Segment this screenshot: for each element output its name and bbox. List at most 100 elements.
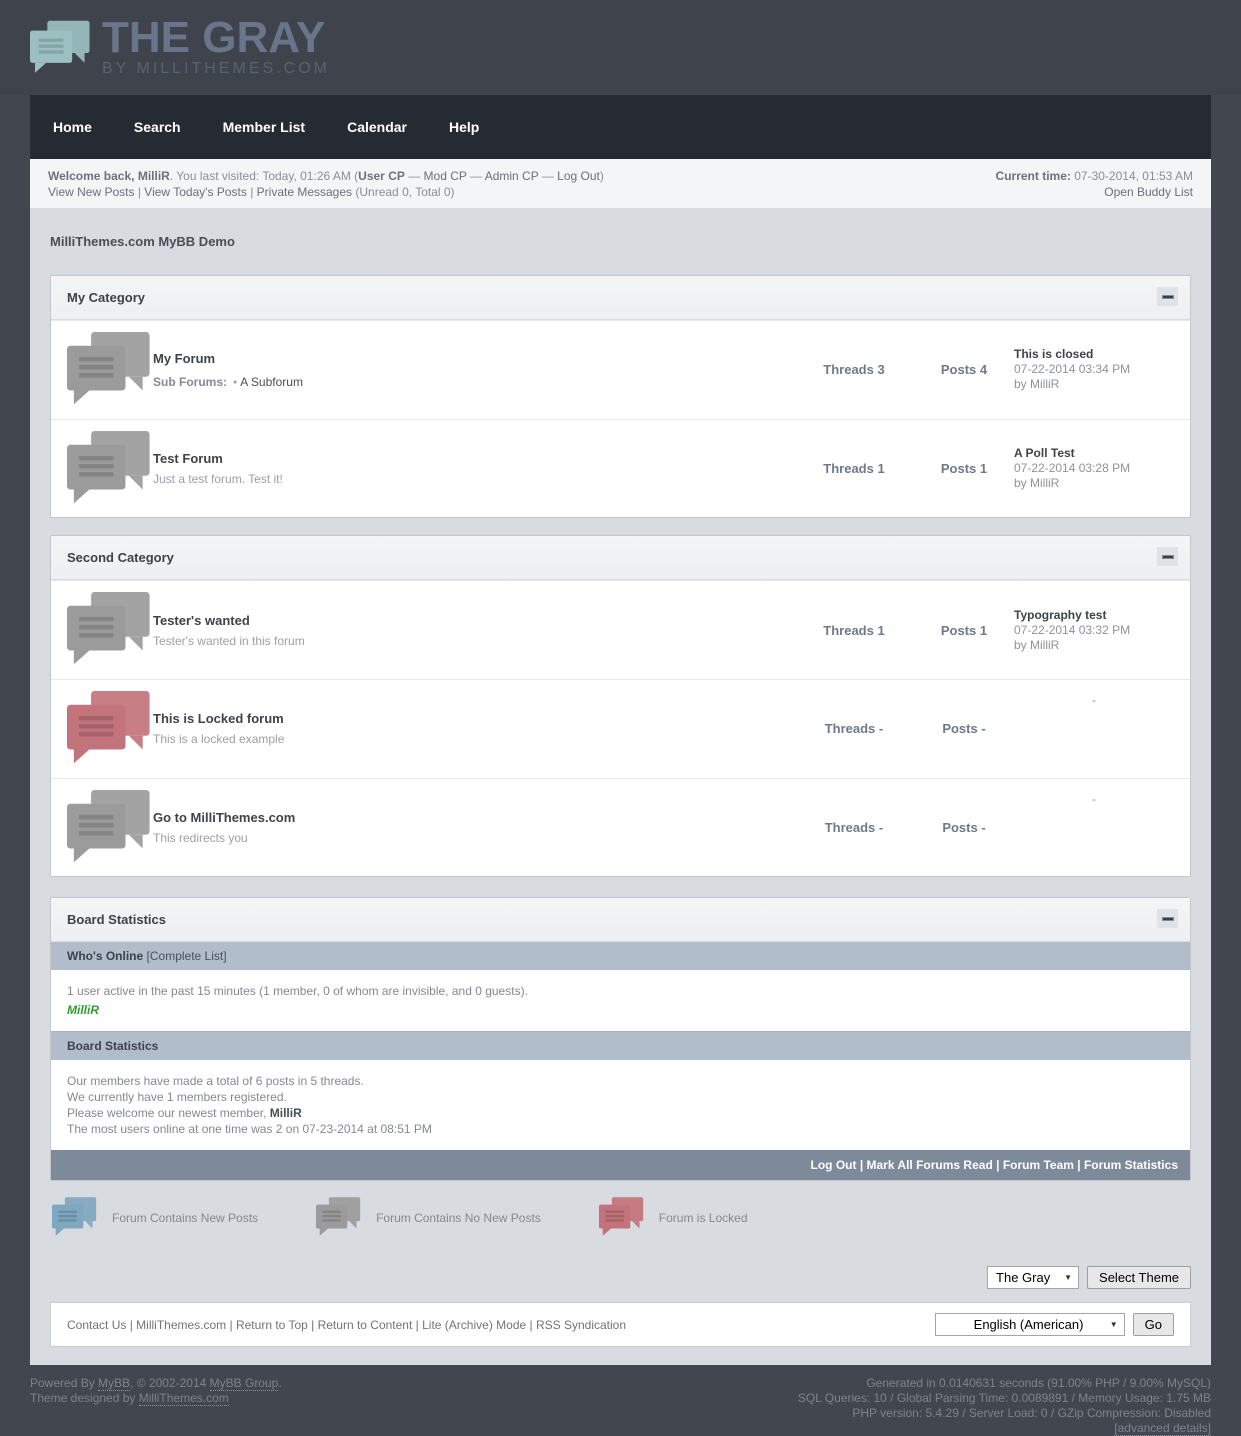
forum-description: This is a locked example [153,732,285,747]
forum-statistics-link[interactable]: Forum Statistics [1084,1158,1178,1172]
admin-cp-link[interactable]: Admin CP [485,169,539,183]
posts-count: Posts - [914,820,1014,835]
footer-links: Contact Us | MilliThemes.com | Return to… [67,1318,626,1332]
complete-list-link[interactable]: [Complete List] [147,949,227,963]
minus-icon [1161,294,1174,299]
posts-count: Posts 1 [914,623,1014,638]
mod-cp-link[interactable]: Mod CP [424,169,467,183]
posts-count: Posts 1 [914,461,1014,476]
threads-value: - [878,820,884,836]
forum-name-link[interactable]: This is Locked forum [153,711,794,726]
subforums-line: Sub Forums: ● A Subforum [153,375,794,389]
millithemes-footer-link[interactable]: MilliThemes.com [138,1391,229,1407]
last-post-title-link[interactable]: This is closed [1014,347,1174,362]
new-posts-legend-icon [52,1197,98,1238]
pipe-separator: | [1073,1158,1084,1173]
welcome-line2: View New Posts | View Today's Posts | Pr… [48,184,604,200]
forum-description: Tester's wanted in this forum [153,633,305,648]
main-nav: Home Search Member List Calendar Help [30,95,1211,159]
return-to-content-link[interactable]: Return to Content [318,1318,413,1332]
rss-syndication-link[interactable]: RSS Syndication [536,1318,626,1332]
subforums-label: Sub Forums: [153,374,227,389]
board-stats-bar: Board Statistics [51,1031,1190,1061]
mybb-link[interactable]: MyBB [98,1376,131,1392]
whos-online-label: Who's Online [67,949,144,964]
user-cp-link[interactable]: User CP [358,169,405,183]
threads-label: Threads [824,721,876,737]
contact-us-link[interactable]: Contact Us [67,1318,126,1332]
view-new-posts-link[interactable]: View New Posts [48,185,134,199]
welcome-visited-text: . You last visited: Today, 01:26 AM ( [169,169,359,183]
sql-line: SQL Queries: 10 / Global Parsing Time: 0… [797,1391,1211,1406]
last-post-author: by MilliR [1014,377,1060,392]
theme-credit-prefix: Theme designed by [30,1391,139,1406]
nav-item-help[interactable]: Help [428,119,500,135]
forum-name-link[interactable]: Test Forum [153,451,794,466]
minus-icon [1161,554,1174,559]
legend-item-locked: Forum is Locked [598,1197,748,1238]
pipe-separator: | [307,1317,318,1332]
minus-icon [1161,916,1174,921]
log-out-link[interactable]: Log Out [557,169,600,183]
collapse-button[interactable] [1157,909,1178,929]
posts-count: Posts - [914,721,1014,736]
nav-item-member-list[interactable]: Member List [202,119,326,135]
forum-row-my-forum: My Forum Sub Forums: ● A Subforum Threads … [51,320,1190,419]
category-panel-second-category: Second Category Tester's wanted Tester's… [50,535,1191,878]
last-post-title-link[interactable]: Typography test [1014,608,1174,623]
theme-credit-line: Theme designed by MilliThemes.com [30,1391,282,1407]
category-header: Second Category [51,536,1190,581]
go-button[interactable]: Go [1132,1313,1174,1337]
threads-value: - [878,721,884,737]
forum-no-new-posts-icon [67,430,153,507]
forum-name-link[interactable]: Tester's wanted [153,613,794,628]
welcome-close-paren: ) [599,169,604,183]
posts-label: Posts [942,820,978,836]
forum-name-link[interactable]: Go to MilliThemes.com [153,810,794,825]
threads-value: 3 [877,362,885,378]
chevron-down-icon: ▼ [1064,1273,1073,1283]
nav-item-calendar[interactable]: Calendar [326,119,428,135]
nav-item-home[interactable]: Home [32,119,113,135]
newest-member-link[interactable]: MilliR [270,1106,302,1120]
posts-value: 1 [979,461,988,476]
select-theme-button[interactable]: Select Theme [1087,1266,1191,1290]
subforum-link[interactable]: A Subforum [240,375,303,389]
board-footer-bar: Log Out | Mark All Forums Read | Forum T… [51,1150,1190,1181]
collapse-button[interactable] [1157,287,1178,306]
forum-locked-icon [67,691,153,767]
forum-name-link[interactable]: My Forum [153,351,794,366]
subforum-bullet-icon: ● [233,378,238,386]
return-to-top-link[interactable]: Return to Top [236,1318,308,1332]
mybb-group-link[interactable]: MyBB Group [209,1376,279,1392]
logo-subtitle: BY MILLITHEMES.COM [102,59,330,77]
view-todays-posts-link[interactable]: View Today's Posts [144,185,247,199]
log-out-footer-link[interactable]: Log Out [811,1158,857,1172]
last-post-title-link[interactable]: A Poll Test [1014,446,1174,461]
nav-item-search[interactable]: Search [113,119,202,135]
theme-select-dropdown[interactable]: The Gray ▼ [987,1266,1080,1290]
millithemes-link[interactable]: MilliThemes.com [136,1318,226,1332]
pipe-separator: | [134,185,145,199]
current-time-label: Current time: [995,169,1071,183]
advanced-details-link[interactable]: [advanced details] [1114,1421,1211,1436]
online-user-link[interactable]: MilliR [67,1002,99,1018]
lite-mode-link[interactable]: Lite (Archive) Mode [422,1318,526,1332]
welcome-greeting: Welcome back, MilliR [48,169,170,183]
mark-all-read-link[interactable]: Mark All Forums Read [867,1158,993,1172]
collapse-button[interactable] [1157,547,1178,567]
posts-value: - [981,721,986,737]
pipe-separator: | [246,185,257,199]
board-statistics-header: Board Statistics [51,898,1190,943]
forum-info: Tester's wanted Tester's wanted in this … [153,613,794,648]
site-logo[interactable]: THE GRAY BY MILLITHEMES.COM [30,15,330,78]
threads-count: Threads - [794,820,914,835]
open-buddy-list-link[interactable]: Open Buddy List [996,184,1193,200]
language-select-dropdown[interactable]: English (American) ▼ [934,1313,1125,1337]
posts-value: 1 [979,622,988,638]
private-messages-link[interactable]: Private Messages [257,185,352,199]
last-post-author: by MilliR [1014,637,1060,652]
forum-team-link[interactable]: Forum Team [1003,1158,1074,1172]
forum-row-redirect: Go to MilliThemes.com This redirects you… [51,777,1190,877]
last-post-date: 07-22-2014 03:32 PM [1014,622,1131,637]
